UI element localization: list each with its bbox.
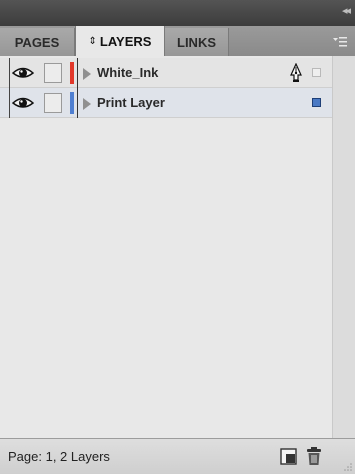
new-layer-icon[interactable]	[280, 448, 297, 465]
lock-toggle[interactable]	[44, 93, 62, 113]
status-text: Page: 1, 2 Layers	[8, 449, 110, 464]
panel-footer: Page: 1, 2 Layers	[0, 438, 355, 474]
panel-menu-icon[interactable]	[333, 36, 347, 48]
layers-panel: ◂◂ PAGES ⇕ LAYERS LINKS White_Ink Print …	[0, 0, 355, 474]
layer-row-white-ink[interactable]: White_Ink	[0, 58, 332, 88]
layer-color-swatch	[70, 62, 74, 84]
tab-links-label: LINKS	[177, 34, 216, 50]
tab-pages-label: PAGES	[14, 34, 60, 50]
expand-triangle-icon[interactable]	[83, 98, 91, 110]
expand-triangle-icon[interactable]	[83, 68, 91, 80]
layer-name: Print Layer	[97, 95, 165, 110]
pen-nib-icon	[290, 63, 302, 82]
resize-grip-icon[interactable]	[343, 462, 353, 472]
lock-toggle[interactable]	[44, 63, 62, 83]
layer-select-square[interactable]	[312, 98, 321, 107]
visibility-toggle[interactable]	[10, 91, 36, 115]
tab-layers-label: LAYERS	[99, 34, 152, 49]
tab-pages[interactable]: PAGES	[0, 28, 75, 56]
sort-arrows-icon: ⇕	[88, 36, 97, 47]
visibility-toggle[interactable]	[10, 61, 36, 85]
tab-bar: PAGES ⇕ LAYERS LINKS	[0, 26, 355, 57]
collapse-panel-icon[interactable]: ◂◂	[342, 4, 351, 17]
tab-layers[interactable]: ⇕ LAYERS	[75, 26, 165, 57]
panel-top-strip: ◂◂	[0, 0, 355, 26]
tab-links[interactable]: LINKS	[165, 28, 229, 56]
layer-row-print-layer[interactable]: Print Layer	[0, 88, 332, 118]
layer-color-swatch	[70, 92, 74, 114]
scrollbar-track[interactable]	[332, 56, 355, 438]
trash-icon[interactable]	[306, 446, 322, 466]
layers-list: White_Ink Print Layer	[0, 56, 355, 438]
layer-name: White_Ink	[97, 65, 159, 80]
layer-select-square[interactable]	[312, 68, 321, 77]
eye-icon	[12, 67, 34, 78]
eye-icon	[12, 97, 34, 108]
